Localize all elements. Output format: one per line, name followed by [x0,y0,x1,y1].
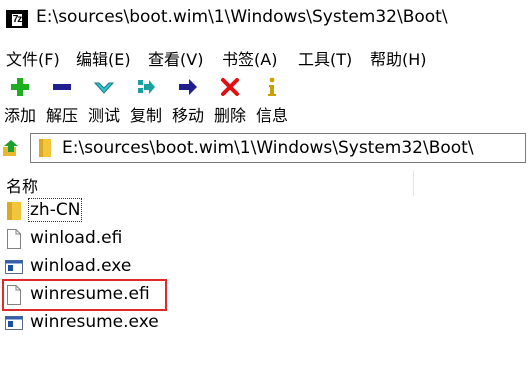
menu-edit[interactable]: 编辑(E) [76,46,131,70]
add-button[interactable]: 添加 [2,76,38,126]
delete-x-icon [221,78,239,96]
executable-icon [5,260,23,274]
move-arrow-icon [179,79,197,95]
info-icon [268,77,276,96]
menu-file[interactable]: 文件(F) [6,46,60,70]
list-header: 名称 [0,170,530,196]
extract-button[interactable]: 解压 [44,76,80,126]
menu-help[interactable]: 帮助(H) [370,46,427,70]
plus-icon [11,78,29,96]
toolbar: 添加 解压 测试 复制 移动 删除 信息 [0,72,530,128]
delete-button[interactable]: 删除 [212,76,248,126]
list-item[interactable]: winload.efi [0,225,530,253]
executable-icon [5,316,23,330]
list-item[interactable]: winresume.exe [0,309,530,337]
address-path: E:\sources\boot.wim\1\Windows\System32\B… [62,138,474,158]
column-name-header[interactable]: 名称 [6,173,38,197]
copy-button[interactable]: 复制 [128,76,164,126]
menu-bookmarks[interactable]: 书签(A) [222,46,277,70]
minus-icon [53,84,71,90]
title-bar: 7z E:\sources\boot.wim\1\Windows\System3… [0,0,530,38]
menu-view[interactable]: 查看(V) [148,46,203,70]
test-button[interactable]: 测试 [86,76,122,126]
folder-icon [7,202,21,220]
highlight-box [2,279,167,311]
file-icon [7,229,21,249]
folder-icon [39,139,51,157]
menu-bar: 文件(F) 编辑(E) 查看(V) 书签(A) 工具(T) 帮助(H) [0,42,530,70]
list-item[interactable]: zh-CN [0,197,530,225]
window-title: E:\sources\boot.wim\1\Windows\System32\B… [36,7,448,27]
move-button[interactable]: 移动 [170,76,206,126]
up-folder-icon[interactable] [2,138,22,158]
info-button[interactable]: 信息 [254,76,290,126]
address-field[interactable]: E:\sources\boot.wim\1\Windows\System32\B… [30,133,526,163]
address-bar: E:\sources\boot.wim\1\Windows\System32\B… [0,130,530,166]
check-icon [93,82,115,94]
app-7zip-icon: 7z [6,10,28,28]
list-item[interactable]: winload.exe [0,253,530,281]
column-separator[interactable] [413,170,414,196]
menu-tools[interactable]: 工具(T) [298,46,352,70]
copy-arrow-icon [138,80,155,94]
